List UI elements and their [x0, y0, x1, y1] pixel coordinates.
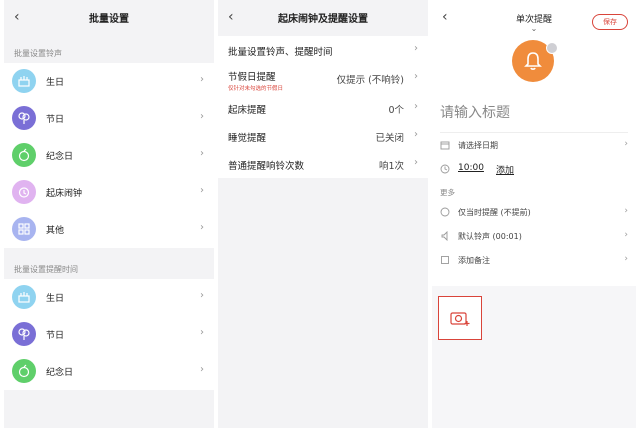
list-item-birthday[interactable]: 生日 ›	[4, 63, 214, 100]
balloon-icon	[12, 322, 36, 346]
list-item-label: 起床闹钟	[46, 189, 83, 199]
grid-icon	[12, 217, 36, 241]
list-item-other[interactable]: 其他 ›	[4, 211, 214, 248]
chevron-right-icon: ›	[200, 364, 204, 375]
chevron-right-icon: ›	[200, 222, 204, 233]
chevron-right-icon: ›	[200, 327, 204, 338]
more-section-label: 更多	[440, 188, 455, 197]
section-label-time: 批量设置提醒时间	[14, 265, 78, 274]
chevron-right-icon: ›	[200, 74, 204, 85]
settings-list: 批量设置铃声、提醒时间 › 节假日提醒 仅针对未勾选的节假日 仅提示 (不响铃)…	[218, 36, 428, 178]
chevron-right-icon: ›	[414, 101, 418, 112]
clock-icon	[440, 164, 450, 174]
chevron-right-icon: ›	[624, 230, 628, 240]
header: ‹ 起床闹钟及提醒设置	[218, 0, 428, 36]
list-item-label: 节日	[46, 115, 65, 125]
option-label: 添加备注	[458, 256, 490, 265]
chevron-right-icon: ›	[200, 111, 204, 122]
chevron-right-icon: ›	[414, 43, 418, 54]
list-item-anniversary[interactable]: 纪念日 ›	[4, 353, 214, 390]
chevron-right-icon: ›	[200, 290, 204, 301]
ringtone-list: 生日 › 节日 › 纪念日 › 起床闹钟 › 其他 ›	[4, 63, 214, 248]
row-value: 0个	[388, 105, 404, 116]
list-item-birthday[interactable]: 生日 ›	[4, 279, 214, 316]
balloon-icon	[12, 106, 36, 130]
header: ‹ 单次提醒 ⌄ 保存	[432, 0, 636, 36]
list-item-label: 生日	[46, 294, 65, 304]
date-field[interactable]: 请选择日期 ›	[432, 133, 636, 157]
chevron-right-icon: ›	[624, 206, 628, 216]
chevron-right-icon: ›	[624, 139, 628, 149]
row-value: 已关闭	[375, 133, 404, 144]
chevron-right-icon: ›	[414, 157, 418, 168]
holiday-reminder-row[interactable]: 节假日提醒 仅针对未勾选的节假日 仅提示 (不响铃) ›	[218, 64, 428, 94]
add-photo-button[interactable]	[438, 296, 482, 340]
ringtone-option[interactable]: 默认铃声 (00:01) ›	[432, 224, 636, 248]
option-label: 仅当时提醒 (不提前)	[458, 208, 531, 217]
list-item-label: 纪念日	[46, 152, 74, 162]
cake-icon	[12, 285, 36, 309]
page-title: 批量设置	[89, 14, 129, 25]
chevron-right-icon: ›	[414, 129, 418, 140]
row-sublabel: 仅针对未勾选的节假日	[228, 86, 284, 92]
list-item-label: 节日	[46, 331, 65, 341]
add-time-link[interactable]: 添加	[496, 163, 514, 176]
row-label: 批量设置铃声、提醒时间	[228, 47, 333, 58]
section-label-ringtone: 批量设置铃声	[14, 49, 62, 58]
chevron-right-icon: ›	[200, 148, 204, 159]
time-field[interactable]: 10:00 添加	[432, 157, 636, 181]
time-list: 生日 › 节日 › 纪念日 ›	[4, 279, 214, 390]
single-reminder-panel: ‹ 单次提醒 ⌄ 保存 请输入标题 请选择日期 › 10:00 添加 更多 仅当…	[432, 0, 636, 428]
row-value: 响1次	[378, 161, 404, 172]
chevron-right-icon: ›	[200, 185, 204, 196]
anniversary-icon	[12, 359, 36, 383]
cake-icon	[12, 69, 36, 93]
reminder-icon-area	[432, 36, 636, 96]
alarm-reminder-settings-panel: ‹ 起床闹钟及提醒设置 批量设置铃声、提醒时间 › 节假日提醒 仅针对未勾选的节…	[218, 0, 428, 428]
note-option[interactable]: 添加备注 ›	[432, 248, 636, 272]
chevron-right-icon: ›	[414, 71, 418, 82]
date-placeholder: 请选择日期	[458, 141, 498, 150]
batch-ringtone-time-row[interactable]: 批量设置铃声、提醒时间 ›	[218, 36, 428, 64]
row-label: 普通提醒响铃次数	[228, 161, 305, 172]
header: ‹ 批量设置	[4, 0, 214, 36]
time-value[interactable]: 10:00	[458, 163, 484, 173]
batch-settings-panel: ‹ 批量设置 批量设置铃声 生日 › 节日 › 纪念日 › 起床闹钟 › 其他 …	[4, 0, 214, 428]
save-button[interactable]: 保存	[592, 14, 628, 30]
chevron-right-icon: ›	[624, 254, 628, 264]
list-item-label: 纪念日	[46, 368, 74, 378]
alarm-clock-icon	[12, 180, 36, 204]
row-label: 睡觉提醒	[228, 133, 267, 144]
wake-reminder-row[interactable]: 起床提醒 0个 ›	[218, 94, 428, 122]
row-label: 节假日提醒	[228, 72, 276, 83]
list-item-label: 其他	[46, 226, 65, 236]
reminder-icon	[440, 207, 450, 217]
page-title: 起床闹钟及提醒设置	[278, 14, 368, 25]
note-icon	[441, 256, 449, 264]
sleep-reminder-row[interactable]: 睡觉提醒 已关闭 ›	[218, 122, 428, 150]
list-item-alarm[interactable]: 起床闹钟 ›	[4, 174, 214, 211]
camera-add-icon	[450, 312, 470, 326]
list-item-label: 生日	[46, 78, 65, 88]
calendar-icon	[440, 141, 450, 150]
edit-badge-icon[interactable]	[546, 42, 558, 54]
list-item-anniversary[interactable]: 纪念日 ›	[4, 137, 214, 174]
list-item-festival[interactable]: 节日 ›	[4, 316, 214, 353]
option-label: 默认铃声 (00:01)	[458, 232, 522, 241]
list-item-festival[interactable]: 节日 ›	[4, 100, 214, 137]
ringtone-icon	[441, 231, 448, 241]
reminder-form: 请输入标题 请选择日期 › 10:00 添加 更多 仅当时提醒 (不提前) › …	[432, 96, 636, 286]
ring-count-row[interactable]: 普通提醒响铃次数 响1次 ›	[218, 150, 428, 178]
row-value: 仅提示 (不响铃)	[336, 75, 404, 86]
title-input[interactable]: 请输入标题	[432, 96, 636, 132]
anniversary-icon	[12, 143, 36, 167]
advance-reminder-option[interactable]: 仅当时提醒 (不提前) ›	[432, 200, 636, 224]
row-label: 起床提醒	[228, 105, 267, 116]
